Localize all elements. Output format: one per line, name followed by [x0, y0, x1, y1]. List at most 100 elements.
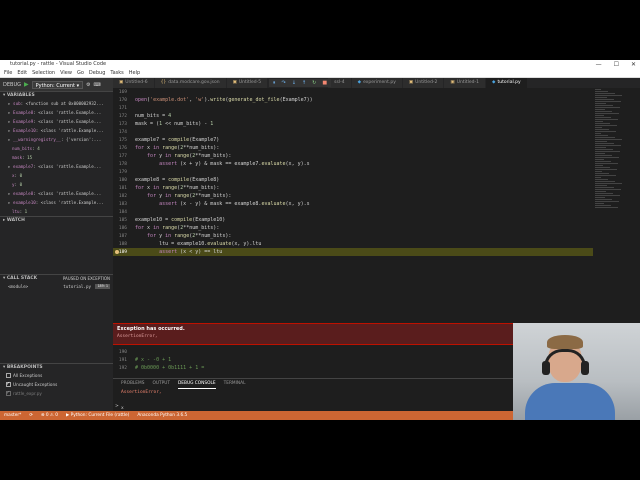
code-line[interactable]: 169	[113, 88, 593, 96]
maximize-button[interactable]: ☐	[614, 60, 619, 69]
menu-edit[interactable]: Edit	[17, 69, 27, 77]
console-prompt[interactable]: >	[115, 404, 119, 409]
tab-untitled-6[interactable]: ▣ Untitled-6	[113, 78, 155, 88]
variable-row[interactable]: ▸ example10: <class 'rattle.Example...	[0, 198, 113, 207]
code-text: num_bits = 4	[135, 113, 172, 119]
json-icon: {}	[160, 80, 167, 85]
code-line[interactable]: 178 assert (x + y) & mask == example7.ev…	[113, 160, 593, 168]
step-into-icon[interactable]: ↓	[292, 79, 296, 87]
code-line[interactable]: 171	[113, 104, 593, 112]
sync-icon[interactable]: ⟳	[29, 411, 33, 420]
variable-row[interactable]: mask: 15	[0, 153, 113, 162]
callstack-header[interactable]: ▾ CALL STACK PAUSED ON EXCEPTION	[0, 274, 113, 282]
code-line[interactable]: 177 for y in range(2**num_bits):	[113, 152, 593, 160]
code-line[interactable]: 176 for x in range(2**num_bits):	[113, 144, 593, 152]
python-interpreter[interactable]: Anaconda Python 3.6.5	[137, 411, 187, 420]
tab-untitled-2[interactable]: ▣ Untitled-2	[402, 78, 445, 88]
code-line[interactable]: 186 for x in range(2**num_bits):	[113, 224, 593, 232]
code-line[interactable]: 180 example8 = compile(Example8)	[113, 176, 593, 184]
debug-config-status[interactable]: ▶ Python: Current File (rattle)	[66, 411, 129, 420]
variable-row[interactable]: ltu: 1	[0, 207, 113, 216]
problems-count[interactable]: ⊗ 0 ⚠ 0	[41, 411, 58, 420]
tab-experiment[interactable]: ◆ experiment.py	[351, 78, 403, 88]
headphone-left	[542, 361, 550, 375]
variable-row[interactable]: ▸ Example10: <class 'rattle.Example...	[0, 126, 113, 135]
tab-json[interactable]: {} data.modcare.gov.json	[154, 78, 227, 88]
tab-tutorial[interactable]: ◆ tutorial.py	[485, 78, 528, 88]
variable-row[interactable]: y: 0	[0, 180, 113, 189]
variable-row[interactable]: ▸ example7: <class 'rattle.Example...	[0, 162, 113, 171]
variable-row[interactable]: num_bits: 4	[0, 144, 113, 153]
code-line[interactable]: 174	[113, 128, 593, 136]
console-icon[interactable]: ⌨	[94, 82, 101, 88]
branch-indicator[interactable]: master*	[4, 411, 21, 420]
code-line[interactable]: 188 ltu = example10.evaluate(x, y).ltu	[113, 240, 593, 248]
restart-icon[interactable]: ↻	[312, 79, 316, 87]
code-line[interactable]: 173 mask = (1 << num_bits) - 1	[113, 120, 593, 128]
variable-row[interactable]: ▸ __warningregistry__: {'version':...	[0, 135, 113, 144]
menu-view[interactable]: View	[60, 69, 72, 77]
debug-config-select[interactable]: Python: Current ▾	[31, 80, 84, 89]
minimap-line	[595, 173, 609, 174]
variable-row[interactable]: ▸ Example9: <class 'rattle.Example...	[0, 117, 113, 126]
checkbox-checked[interactable]	[6, 380, 11, 389]
menu-selection[interactable]: Selection	[32, 69, 55, 77]
current-line[interactable]: 189 assert (x < y) == ltu	[113, 248, 593, 256]
tab-terminal[interactable]: TERMINAL	[224, 379, 246, 389]
step-out-icon[interactable]: ↑	[302, 79, 306, 87]
watch-header[interactable]: ▸ WATCH	[0, 216, 113, 224]
code-line[interactable]: 185 example10 = compile(Example10)	[113, 216, 593, 224]
start-debug-icon[interactable]: ▶	[24, 81, 29, 88]
tab-problems[interactable]: PROBLEMS	[121, 379, 144, 389]
tab-untitled-1[interactable]: ▣ Untitled-1	[444, 78, 486, 88]
minimap-line	[595, 99, 614, 100]
code-line[interactable]: 187 for y in range(2**num_bits):	[113, 232, 593, 240]
code-editor[interactable]: 169 170 open('example.dot', 'w').write(gen…	[113, 88, 593, 318]
tab-ssl[interactable]: ssl-4	[328, 78, 352, 88]
tab-output[interactable]: OUTPUT	[152, 379, 170, 389]
code-text: assert (x - y) & mask == example8.evalua…	[159, 201, 310, 207]
bp-uncaught-exceptions[interactable]: Uncaught Exceptions	[0, 380, 113, 389]
code-line[interactable]: 182 for y in range(2**num_bits):	[113, 192, 593, 200]
gear-icon[interactable]: ⚙	[86, 82, 90, 88]
code-line[interactable]: 175 example7 = compile(Example7)	[113, 136, 593, 144]
stack-frame[interactable]: <module> tutorial.py 189:1	[0, 282, 113, 291]
checkbox[interactable]	[6, 373, 11, 378]
step-over-icon[interactable]: ↷	[282, 79, 286, 87]
tab-untitled-5[interactable]: ▣ Untitled-5	[226, 78, 269, 88]
menu-help[interactable]: Help	[129, 69, 140, 77]
minimize-button[interactable]: —	[596, 60, 602, 69]
code-line[interactable]: 183 assert (x - y) & mask == example8.ev…	[113, 200, 593, 208]
debug-sidebar: DEBUG ▶ Python: Current ▾ ⚙ ⌨ ▾ VARIABLE…	[0, 78, 113, 411]
code-line[interactable]: 181 for x in range(2**num_bits):	[113, 184, 593, 192]
tab-debug-console[interactable]: DEBUG CONSOLE	[177, 379, 216, 389]
breakpoints-header[interactable]: ▾ BREAKPOINTS	[0, 363, 113, 371]
menu-debug[interactable]: Debug	[89, 69, 105, 77]
bp-all-exceptions[interactable]: All Exceptions	[0, 371, 113, 380]
menu-file[interactable]: File	[4, 69, 12, 77]
bp-file[interactable]: rattle_expr.py	[0, 389, 113, 398]
close-button[interactable]: ✕	[631, 60, 636, 69]
code-line[interactable]: 184	[113, 208, 593, 216]
minimap-line	[595, 159, 604, 160]
menu-go[interactable]: Go	[77, 69, 84, 77]
variable-row[interactable]: ▸ example8: <class 'rattle.Example...	[0, 189, 113, 198]
minimap-line	[595, 157, 619, 158]
variable-row[interactable]: ▸ sub: <function sub at 0x000002932...	[0, 99, 113, 108]
code-text: example8 = compile(Example8)	[135, 177, 220, 183]
code-line[interactable]: 172 num_bits = 4	[113, 112, 593, 120]
menu-tasks[interactable]: Tasks	[110, 69, 123, 77]
checkbox-checked[interactable]	[6, 389, 11, 398]
code-line[interactable]: 179	[113, 168, 593, 176]
minimap-line	[595, 179, 608, 180]
minimap-line	[595, 183, 622, 184]
code-line[interactable]: 170 open('example.dot', 'w').write(genera…	[113, 96, 593, 104]
pause-icon[interactable]: ⏸	[273, 79, 276, 87]
variable-row[interactable]: ▸ Example8: <class 'rattle.Example...	[0, 108, 113, 117]
code-text: for x in range(2**num_bits):	[135, 225, 220, 231]
variable-row[interactable]: x: 0	[0, 171, 113, 180]
variables-header[interactable]: ▾ VARIABLES	[0, 91, 113, 99]
code-text: example10 = compile(Example10)	[135, 217, 226, 223]
stop-icon[interactable]: ■	[322, 79, 327, 87]
